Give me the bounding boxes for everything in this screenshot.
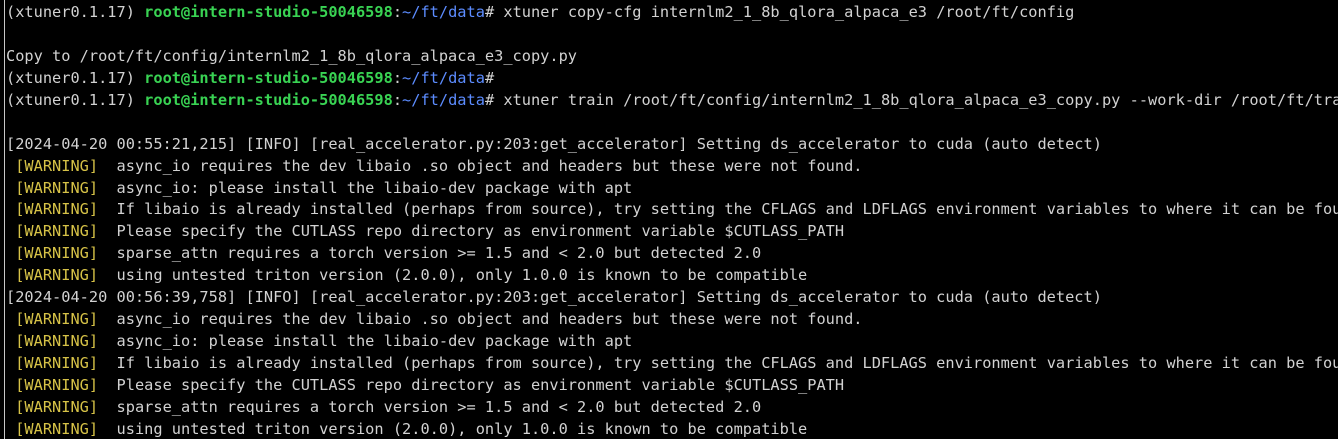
terminal-output: (xtuner0.1.17) root@intern-studio-500465…	[6, 2, 1338, 439]
prompt-user-host: root@intern-studio-50046598	[144, 3, 393, 21]
warning-message: async_io: please install the libaio-dev …	[98, 178, 633, 197]
warning-message: sparse_attn requires a torch version >= …	[98, 244, 762, 263]
prompt-separator: :	[392, 68, 403, 87]
prompt-env: (xtuner0.1.17)	[6, 3, 145, 21]
prompt-path: ~/ft/data	[402, 68, 485, 87]
prompt-path: ~/ft/data	[402, 90, 485, 109]
warning-message: If libaio is already installed (perhaps …	[98, 354, 1338, 372]
terminal-line: [WARNING] sparse_attn requires a torch v…	[6, 397, 1338, 419]
warning-message: using untested triton version (2.0.0), o…	[98, 419, 808, 438]
prompt-symbol: #	[484, 90, 504, 109]
warning-message: async_io requires the dev libaio .so obj…	[98, 310, 863, 329]
warning-tag: [WARNING]	[6, 310, 99, 329]
warning-message: Please specify the CUTLASS repo director…	[98, 222, 845, 241]
warning-tag: [WARNING]	[6, 156, 99, 175]
warning-message: Please specify the CUTLASS repo director…	[98, 375, 845, 394]
terminal-line: [WARNING] If libaio is already installed…	[6, 353, 1338, 375]
terminal-line: [WARNING] Please specify the CUTLASS rep…	[6, 375, 1338, 397]
warning-message: using untested triton version (2.0.0), o…	[98, 266, 808, 285]
prompt-separator: :	[392, 3, 403, 21]
prompt-user-host: root@intern-studio-50046598	[144, 90, 393, 109]
terminal-line: [WARNING] sparse_attn requires a torch v…	[6, 243, 1338, 265]
warning-message: If libaio is already installed (perhaps …	[98, 200, 1338, 219]
output-text: [2024-04-20 00:55:21,215] [INFO] [real_a…	[6, 134, 1102, 153]
prompt-separator: :	[392, 90, 403, 109]
terminal-window[interactable]: (xtuner0.1.17) root@intern-studio-500465…	[0, 0, 1338, 439]
output-text: Copy to /root/ft/config/internlm2_1_8b_q…	[6, 46, 577, 65]
prompt-symbol: #	[484, 3, 504, 21]
warning-tag: [WARNING]	[6, 332, 99, 351]
command-text: xtuner train /root/ft/config/internlm2_1…	[503, 90, 1338, 109]
terminal-line: (xtuner0.1.17) root@intern-studio-500465…	[6, 68, 1338, 90]
warning-message: sparse_attn requires a torch version >= …	[98, 397, 762, 416]
prompt-env: (xtuner0.1.17)	[6, 68, 145, 87]
terminal-line: [WARNING] async_io requires the dev liba…	[6, 156, 1338, 178]
warning-tag: [WARNING]	[6, 397, 99, 416]
prompt-env: (xtuner0.1.17)	[6, 90, 145, 109]
prompt-path: ~/ft/data	[402, 3, 485, 21]
warning-tag: [WARNING]	[6, 419, 99, 438]
output-text: [2024-04-20 00:56:39,758] [INFO] [real_a…	[6, 288, 1102, 307]
prompt-user-host: root@intern-studio-50046598	[144, 68, 393, 87]
warning-tag: [WARNING]	[6, 200, 99, 219]
warning-tag: [WARNING]	[6, 375, 99, 394]
warning-tag: [WARNING]	[6, 266, 99, 285]
terminal-line: (xtuner0.1.17) root@intern-studio-500465…	[6, 2, 1338, 24]
left-margin-line	[4, 0, 5, 439]
terminal-line: [WARNING] async_io requires the dev liba…	[6, 309, 1338, 331]
warning-tag: [WARNING]	[6, 244, 99, 263]
warning-tag: [WARNING]	[6, 354, 99, 372]
warning-message: async_io: please install the libaio-dev …	[98, 332, 633, 351]
terminal-line: [WARNING] async_io: please install the l…	[6, 331, 1338, 353]
terminal-line: [2024-04-20 00:56:39,758] [INFO] [real_a…	[6, 287, 1338, 309]
terminal-line: [WARNING] async_io: please install the l…	[6, 178, 1338, 200]
prompt-symbol: #	[484, 68, 495, 87]
terminal-line: [2024-04-20 00:55:21,215] [INFO] [real_a…	[6, 134, 1338, 156]
warning-tag: [WARNING]	[6, 222, 99, 241]
command-text: xtuner copy-cfg internlm2_1_8b_qlora_alp…	[503, 3, 1075, 21]
terminal-line: [WARNING] using untested triton version …	[6, 265, 1338, 287]
warning-tag: [WARNING]	[6, 178, 99, 197]
terminal-line: [WARNING] Please specify the CUTLASS rep…	[6, 221, 1338, 243]
warning-message: async_io requires the dev libaio .so obj…	[98, 156, 863, 175]
terminal-line: (xtuner0.1.17) root@intern-studio-500465…	[6, 90, 1338, 112]
terminal-line: [WARNING] If libaio is already installed…	[6, 199, 1338, 221]
terminal-line: Copy to /root/ft/config/internlm2_1_8b_q…	[6, 46, 1338, 68]
terminal-line: [WARNING] using untested triton version …	[6, 419, 1338, 439]
